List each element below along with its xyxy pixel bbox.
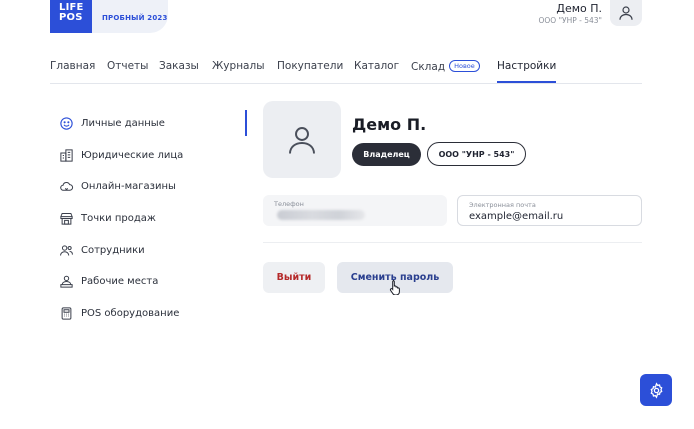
sidebar-item-label: Рабочие места	[81, 275, 159, 287]
tab-orders[interactable]: Заказы	[159, 60, 199, 72]
tab-catalog[interactable]: Каталог	[354, 60, 399, 72]
sidebar-item-legal-entities[interactable]: Юридические лица	[58, 144, 248, 166]
tab-home[interactable]: Главная	[50, 60, 95, 72]
email-field[interactable]: Электронная почта example@email.ru	[457, 195, 642, 226]
sidebar-item-pos-equipment[interactable]: POS оборудование	[58, 302, 248, 324]
tab-settings[interactable]: Настройки	[497, 60, 557, 83]
tab-customers[interactable]: Покупатели	[277, 60, 343, 72]
gear-icon	[650, 381, 662, 399]
main-nav-tabs: Главная Отчеты Заказы Журналы Покупатели…	[50, 58, 642, 84]
store-icon	[58, 210, 74, 226]
sidebar-item-label: Онлайн-магазины	[81, 180, 176, 192]
lifepos-logo[interactable]: LIFE POS	[50, 0, 92, 33]
role-chip: Владелец	[352, 143, 421, 166]
sidebar-item-online-stores[interactable]: Онлайн-магазины	[58, 175, 248, 197]
profile-name: Демо П.	[352, 115, 427, 134]
smile-icon	[58, 115, 74, 131]
sidebar-item-label: Юридические лица	[81, 149, 184, 161]
tab-journals[interactable]: Журналы	[212, 60, 265, 72]
logout-button[interactable]: Выйти	[263, 262, 325, 293]
new-badge: Новое	[449, 60, 480, 72]
workstation-icon	[58, 273, 74, 289]
active-section-indicator	[245, 110, 247, 136]
users-icon	[58, 242, 74, 258]
sidebar-item-label: Точки продаж	[81, 212, 156, 224]
sidebar-item-label: Сотрудники	[81, 244, 145, 256]
trial-badge: ПРОБНЫЙ 2023	[102, 14, 168, 22]
logo-text-line2: POS	[59, 12, 83, 23]
tab-warehouse-label: Склад	[411, 61, 446, 73]
section-divider	[263, 242, 642, 243]
tab-warehouse[interactable]: Склад Новое	[411, 60, 480, 73]
settings-fab-button[interactable]	[640, 374, 672, 406]
sidebar-item-points-of-sale[interactable]: Точки продаж	[58, 207, 248, 229]
sidebar-item-personal-data[interactable]: Личные данные	[58, 112, 248, 134]
cloud-icon	[58, 178, 74, 194]
building-icon	[58, 147, 74, 163]
sidebar-item-label: POS оборудование	[81, 307, 180, 319]
organization-chip[interactable]: ООО "УНР - 543"	[427, 142, 526, 166]
phone-field-label: Телефон	[274, 200, 304, 208]
sidebar-item-workstations[interactable]: Рабочие места	[58, 270, 248, 292]
sidebar-item-employees[interactable]: Сотрудники	[58, 239, 248, 261]
phone-value-blurred	[277, 210, 365, 220]
phone-field[interactable]: Телефон	[263, 195, 447, 226]
profile-avatar[interactable]	[263, 101, 341, 178]
email-value: example@email.ru	[469, 211, 564, 222]
sidebar-item-label: Личные данные	[81, 117, 165, 129]
tab-reports[interactable]: Отчеты	[107, 60, 148, 72]
user-placeholder-icon	[289, 126, 315, 154]
user-name[interactable]: Демо П.	[556, 2, 602, 15]
pos-terminal-icon	[58, 305, 74, 321]
hand-cursor-icon	[389, 280, 400, 295]
email-field-label: Электронная почта	[469, 201, 536, 209]
user-icon	[619, 6, 633, 20]
user-avatar-button[interactable]	[610, 0, 642, 26]
logo-area[interactable]: LIFE POS ПРОБНЫЙ 2023	[50, 0, 168, 33]
user-organization: ООО "УНР - 543"	[538, 16, 602, 25]
